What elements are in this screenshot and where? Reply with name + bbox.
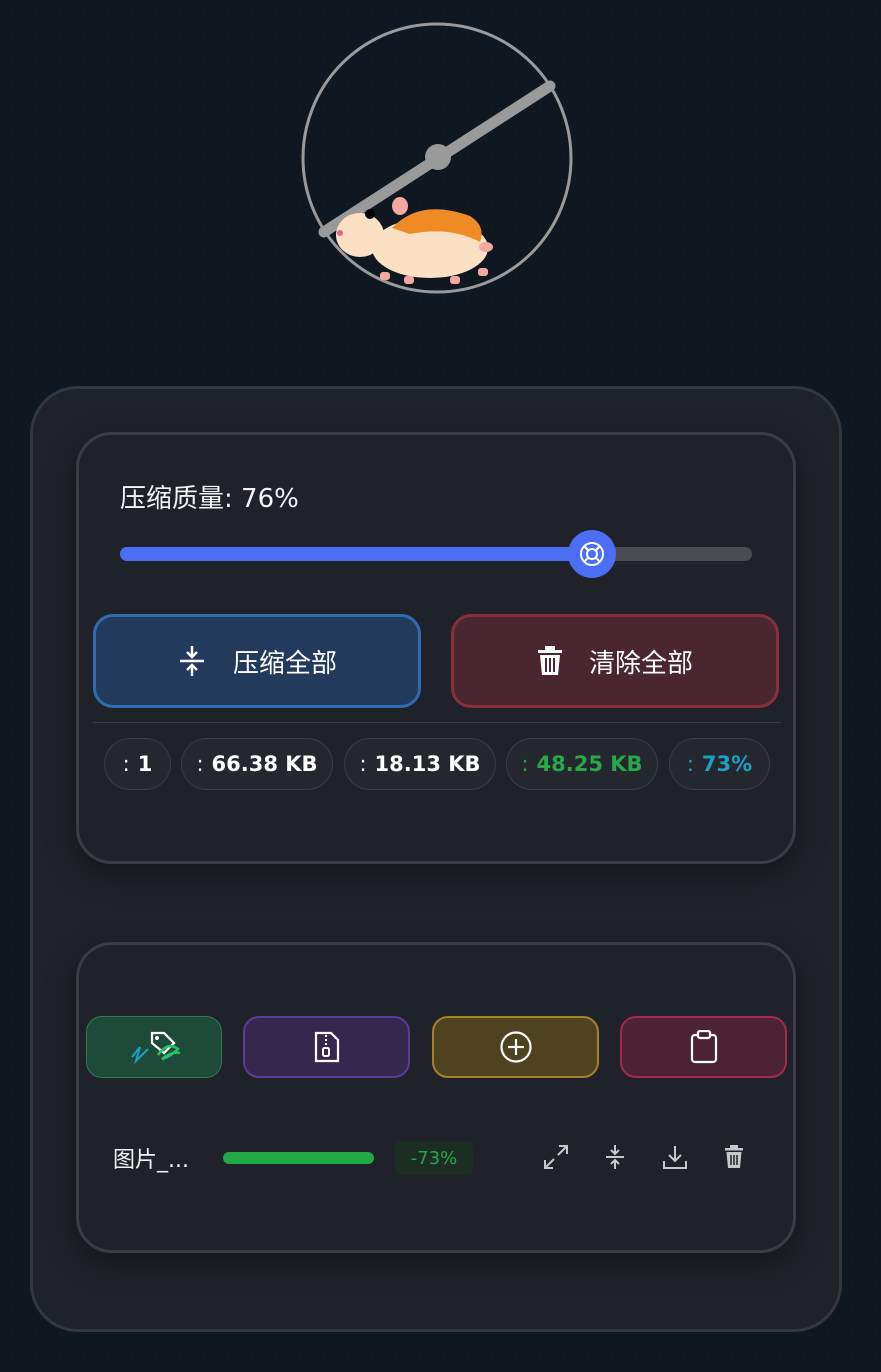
- quality-slider[interactable]: [120, 547, 752, 561]
- add-button[interactable]: [432, 1016, 599, 1078]
- download-button[interactable]: [661, 1143, 689, 1171]
- stat-saved-size: : 48.25 KB: [506, 738, 658, 790]
- expand-icon: [544, 1145, 568, 1169]
- zip-file-icon: [314, 1031, 339, 1063]
- download-icon: [663, 1146, 687, 1169]
- divider: [93, 722, 781, 723]
- tag-button[interactable]: [86, 1016, 222, 1078]
- quality-slider-thumb[interactable]: [568, 530, 616, 578]
- paste-button[interactable]: [620, 1016, 787, 1078]
- tag-icon: [131, 1031, 181, 1065]
- stat-value: 73%: [701, 752, 753, 776]
- stat-value: 66.38 KB: [211, 752, 318, 776]
- hamster-wheel-illustration: [301, 22, 573, 294]
- stat-value: 1: [137, 752, 153, 776]
- compress-file-button[interactable]: [601, 1143, 629, 1171]
- stat-prefix: :: [686, 752, 694, 776]
- stat-compressed-size: : 18.13 KB: [344, 738, 496, 790]
- compress-icon: [606, 1145, 624, 1169]
- compress-all-label: 压缩全部: [232, 648, 337, 679]
- stat-prefix: :: [359, 752, 367, 776]
- trash-icon: [725, 1145, 743, 1168]
- file-name: 图片_...: [113, 1148, 189, 1173]
- stat-prefix: :: [122, 752, 130, 776]
- clipboard-icon: [690, 1030, 717, 1064]
- quality-label: 压缩质量: 76%: [120, 484, 299, 514]
- stat-saved-percent: : 73%: [669, 738, 770, 790]
- delete-file-button[interactable]: [720, 1143, 748, 1171]
- saving-badge: -73%: [395, 1141, 473, 1175]
- files-panel: [76, 942, 796, 1253]
- stat-original-size: : 66.38 KB: [181, 738, 333, 790]
- clear-all-label: 清除全部: [588, 648, 693, 679]
- trash-icon: [537, 646, 562, 675]
- zip-button[interactable]: [243, 1016, 410, 1078]
- stat-value: 18.13 KB: [374, 752, 481, 776]
- stat-file-count: : 1: [104, 738, 171, 790]
- clear-all-button[interactable]: 清除全部: [451, 614, 779, 708]
- compress-all-button[interactable]: 压缩全部: [93, 614, 421, 708]
- stat-prefix: :: [196, 752, 204, 776]
- compress-icon: [179, 646, 204, 676]
- stat-prefix: :: [521, 752, 529, 776]
- stat-value: 48.25 KB: [536, 752, 643, 776]
- plus-circle-icon: [499, 1031, 532, 1063]
- lifebuoy-icon: [580, 542, 604, 566]
- file-progress-bar: [223, 1152, 374, 1164]
- expand-button[interactable]: [542, 1143, 570, 1171]
- quality-slider-fill: [120, 547, 600, 561]
